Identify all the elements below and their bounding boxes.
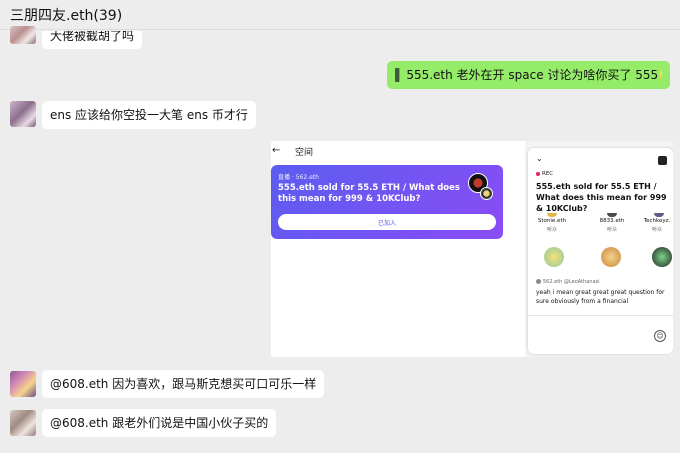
listener-avatar <box>544 247 564 267</box>
speaker-role: 听众 <box>606 227 617 233</box>
message-text: @608.eth 因为喜欢，跟马斯克想买可口可乐一样 <box>50 377 317 391</box>
reply-handle: 562.eth @LeoAthanasi <box>536 279 600 285</box>
reply-text: yeah i mean great great great question f… <box>536 289 665 305</box>
speaker-avatar <box>607 213 617 217</box>
reply-handle-text: 562.eth @LeoAthanasi <box>543 279 600 285</box>
avatar[interactable] <box>10 26 36 44</box>
space-card: 直播 · 562.eth 555.eth sold for 55.5 ETH /… <box>271 165 503 239</box>
emoji-reaction-icon: ☺ <box>654 330 666 342</box>
space-list-panel: ← 空间 直播 · 562.eth 555.eth sold for 55.5 … <box>271 141 521 357</box>
divider <box>528 315 673 316</box>
back-arrow-icon: ← <box>272 145 281 156</box>
speaker-role: 听众 <box>651 227 662 233</box>
message-bubble[interactable]: @608.eth 因为喜欢，跟马斯克想买可口可乐一样 <box>42 370 325 398</box>
space-title: 空间 <box>295 148 314 158</box>
speaker-name: 8833.eth <box>599 218 625 224</box>
redacted-name <box>395 68 401 82</box>
rec-label: REC <box>542 171 554 177</box>
listener-avatar <box>601 247 621 267</box>
space-detail-card: ⌄ REC 555.eth sold for 55.5 ETH / What d… <box>528 148 673 354</box>
cohost-avatar <box>480 187 493 200</box>
message-bubble-self[interactable]: 555.eth 老外在开 space 讨论为啥你买了 555 <box>387 61 670 89</box>
speaker: Techkeyz. 听众 <box>642 218 672 233</box>
message-text: 555.eth 老外在开 space 讨论为啥你买了 555 <box>406 68 659 82</box>
message-text: @608.eth 跟老外们说是中国小伙子买的 <box>50 416 269 430</box>
space-detail-panel: ⌄ REC 555.eth sold for 55.5 ETH / What d… <box>525 141 673 357</box>
avatar[interactable] <box>10 410 36 436</box>
avatar[interactable] <box>10 371 36 397</box>
speaker: 8833.eth 听众 <box>597 218 627 233</box>
message-text: ens 应该给你空投一大笔 ens 币才行 <box>50 108 248 122</box>
speaker-avatar <box>654 213 664 217</box>
image-attachment[interactable]: ← 空间 直播 · 562.eth 555.eth sold for 55.5 … <box>271 141 673 357</box>
emoji-icon <box>660 69 662 81</box>
joined-button: 已加入 <box>278 214 496 230</box>
speaker-avatar <box>547 213 557 217</box>
avatar[interactable] <box>10 101 36 127</box>
speaker-name: Techkeyz. <box>643 218 671 224</box>
speaker-role: 听众 <box>546 227 557 233</box>
chat-title[interactable]: 三朋四友.eth(39) <box>10 5 122 25</box>
space-topic: 555.eth sold for 55.5 ETH / What does th… <box>536 182 667 213</box>
speaker: Stonie.eth 听众 <box>537 218 567 233</box>
listener-avatar <box>652 247 672 267</box>
chevron-down-icon: ⌄ <box>536 154 543 163</box>
space-topic: 555.eth sold for 55.5 ETH / What does th… <box>278 183 460 204</box>
speaker-name: Stonie.eth <box>537 218 567 224</box>
reply-avatar <box>536 279 541 284</box>
collapse-icon <box>658 156 667 165</box>
rec-indicator: REC <box>536 171 553 177</box>
chat-header: 三朋四友.eth(39) <box>0 0 680 30</box>
rec-dot-icon <box>536 171 540 176</box>
message-bubble[interactable]: ens 应该给你空投一大笔 ens 币才行 <box>42 101 256 129</box>
live-label: 直播 · 562.eth <box>278 174 319 181</box>
message-bubble[interactable]: @608.eth 跟老外们说是中国小伙子买的 <box>42 409 277 437</box>
message-text: 大佬被截胡了吗 <box>50 29 135 43</box>
